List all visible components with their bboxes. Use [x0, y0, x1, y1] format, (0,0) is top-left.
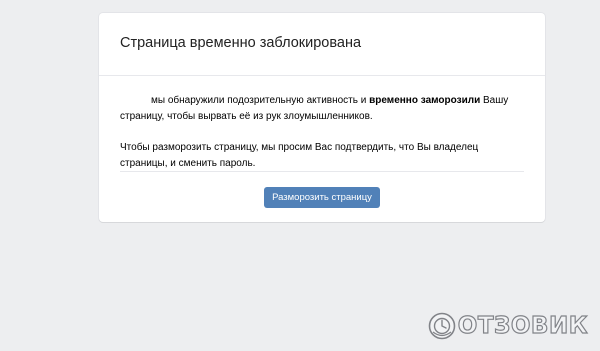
message-p1-part1: мы обнаружили подозрительную активность …: [151, 95, 370, 106]
blocked-page-card: Страница временно заблокирована мы обнар…: [99, 13, 545, 222]
otzovik-logo-icon: [428, 312, 456, 340]
otzovik-watermark: ОТЗОВИК: [428, 311, 588, 341]
page-title: Страница временно заблокирована: [120, 35, 362, 51]
message-paragraph-2: Чтобы разморозить страницу, мы просим Ва…: [120, 142, 479, 169]
message-p1-bold: временно заморозили: [369, 95, 481, 106]
watermark-text: ОТЗОВИК: [457, 312, 588, 339]
footer-divider: [120, 171, 524, 172]
message-body: мы обнаружили подозрительную активность …: [120, 93, 525, 172]
header-divider: [99, 75, 545, 76]
unfreeze-page-button[interactable]: Разморозить страницу: [264, 187, 380, 208]
message-paragraph-1: мы обнаружили подозрительную активность …: [120, 93, 525, 125]
